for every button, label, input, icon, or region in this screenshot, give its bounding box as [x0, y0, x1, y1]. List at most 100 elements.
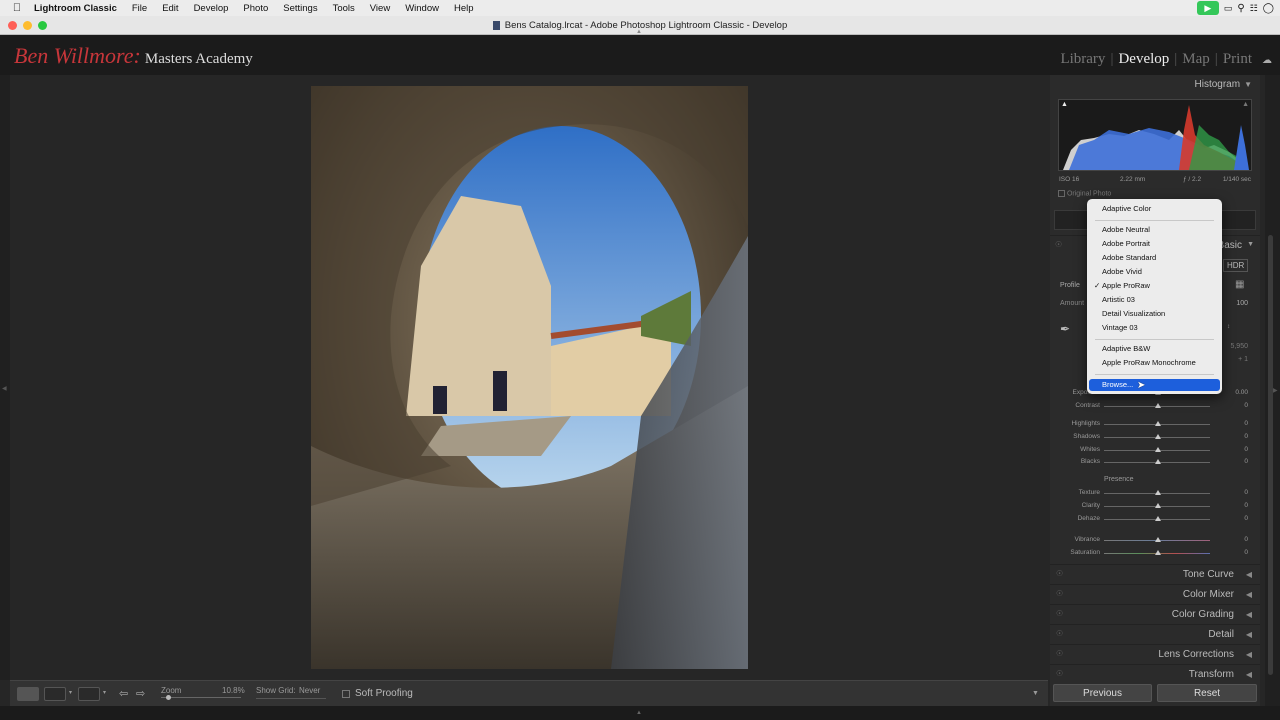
photo-preview[interactable]	[311, 86, 748, 669]
compare-xy-button[interactable]	[78, 687, 100, 701]
control-center-icon[interactable]: ☷	[1250, 3, 1258, 14]
white-balance-picker-icon[interactable]: ✒	[1060, 322, 1070, 336]
histogram-graph[interactable]: ▲ ▲	[1058, 99, 1252, 171]
slider-value[interactable]: 0	[1244, 402, 1248, 409]
menu-file[interactable]: File	[132, 3, 147, 14]
menu-item-apple-proraw-monochrome[interactable]: Apple ProRaw Monochrome	[1089, 357, 1220, 369]
slider-value[interactable]: 0	[1244, 446, 1248, 453]
zoom-window-button[interactable]	[38, 21, 47, 30]
eye-icon[interactable]: ☉	[1056, 569, 1063, 578]
profile-dropdown-menu[interactable]: Adaptive Color Adobe Neutral Adobe Portr…	[1087, 199, 1222, 394]
eye-icon[interactable]: ☉	[1056, 649, 1063, 658]
before-after-button[interactable]	[44, 687, 66, 701]
eye-icon[interactable]: ☉	[1056, 609, 1063, 618]
menu-edit[interactable]: Edit	[162, 3, 178, 14]
expand-left-panel-icon[interactable]: ◀	[2, 385, 7, 392]
panel-transform[interactable]: ☉ Transform ◀	[1050, 664, 1260, 684]
slider-knob[interactable]	[1155, 537, 1161, 542]
slider-value[interactable]: 0	[1244, 502, 1248, 509]
minimize-window-button[interactable]	[23, 21, 32, 30]
original-photo-row[interactable]: Original Photo	[1058, 190, 1111, 197]
chevron-down-icon[interactable]: ↕	[1227, 324, 1230, 330]
show-grid-select[interactable]: Never	[299, 686, 320, 695]
clock-icon[interactable]: ◯	[1263, 3, 1274, 14]
dehaze-slider[interactable]: Dehaze 0	[1058, 515, 1248, 525]
collapse-triangle-icon[interactable]: ▼	[1247, 241, 1254, 248]
slider-knob[interactable]	[1155, 550, 1161, 555]
chevron-down-icon[interactable]: ▾	[69, 689, 72, 696]
vibrance-slider[interactable]: Vibrance 0	[1058, 536, 1248, 546]
close-window-button[interactable]	[8, 21, 17, 30]
slider-knob[interactable]	[1155, 459, 1161, 464]
menu-item-adobe-standard[interactable]: Adobe Standard	[1089, 252, 1220, 264]
slider-knob[interactable]	[1155, 503, 1161, 508]
menu-help[interactable]: Help	[454, 3, 474, 14]
menu-item-artistic-03[interactable]: Artistic 03	[1089, 294, 1220, 306]
scrollbar-thumb[interactable]	[1268, 235, 1273, 675]
module-map[interactable]: Map	[1182, 51, 1210, 67]
menu-photo[interactable]: Photo	[243, 3, 268, 14]
menu-item-apple-proraw[interactable]: ✓ Apple ProRaw	[1089, 280, 1220, 292]
profile-browser-icon[interactable]: ▦	[1235, 279, 1244, 290]
expand-triangle-icon[interactable]: ◀	[1246, 570, 1252, 579]
image-canvas[interactable]	[10, 75, 1048, 680]
left-panel-collapsed[interactable]: ◀	[0, 75, 10, 680]
panel-color-mixer[interactable]: ☉ Color Mixer ◀	[1050, 584, 1260, 604]
cloud-icon[interactable]: ☁	[1262, 55, 1272, 66]
slider-knob[interactable]	[1155, 403, 1161, 408]
previous-button[interactable]: Previous	[1053, 684, 1152, 702]
menu-tools[interactable]: Tools	[333, 3, 355, 14]
hdr-button[interactable]: HDR	[1223, 259, 1249, 272]
zoom-slider-knob[interactable]	[166, 695, 171, 700]
clarity-slider[interactable]: Clarity 0	[1058, 502, 1248, 512]
menu-settings[interactable]: Settings	[283, 3, 317, 14]
menu-item-adobe-neutral[interactable]: Adobe Neutral	[1089, 224, 1220, 236]
slider-value[interactable]: 0	[1244, 458, 1248, 465]
module-library[interactable]: Library	[1060, 51, 1105, 67]
expand-triangle-icon[interactable]: ◀	[1246, 650, 1252, 659]
expand-filmstrip-icon[interactable]: ▲	[636, 710, 642, 716]
menu-app-name[interactable]: Lightroom Classic	[34, 3, 117, 14]
loupe-view-button[interactable]	[17, 687, 39, 701]
zoom-slider[interactable]	[161, 695, 241, 700]
expand-triangle-icon[interactable]: ◀	[1246, 590, 1252, 599]
slider-knob[interactable]	[1155, 421, 1161, 426]
menu-item-browse[interactable]: Browse...	[1089, 379, 1220, 391]
slider-knob[interactable]	[1155, 447, 1161, 452]
saturation-slider[interactable]: Saturation 0	[1058, 549, 1248, 559]
original-photo-checkbox[interactable]	[1058, 190, 1065, 197]
blacks-slider[interactable]: Blacks 0	[1058, 458, 1248, 468]
expand-triangle-icon[interactable]: ◀	[1246, 630, 1252, 639]
menu-item-adaptive-bw[interactable]: Adaptive B&W	[1089, 343, 1220, 355]
filmstrip-collapsed[interactable]: ▲	[0, 706, 1280, 720]
apple-icon[interactable]: 	[0, 2, 34, 14]
panel-color-grading[interactable]: ☉ Color Grading ◀	[1050, 604, 1260, 624]
reset-button[interactable]: Reset	[1157, 684, 1257, 702]
battery-icon[interactable]: ▭	[1224, 3, 1233, 14]
contrast-slider[interactable]: Contrast 0	[1058, 402, 1248, 412]
menu-item-adobe-vivid[interactable]: Adobe Vivid	[1089, 266, 1220, 278]
slider-value[interactable]: 0	[1244, 489, 1248, 496]
eye-icon[interactable]: ☉	[1056, 589, 1063, 598]
menu-item-adobe-portrait[interactable]: Adobe Portrait	[1089, 238, 1220, 250]
whites-slider[interactable]: Whites 0	[1058, 446, 1248, 456]
slider-value[interactable]: 0	[1244, 515, 1248, 522]
arrow-left-icon[interactable]: ⇦	[119, 687, 128, 700]
menu-item-vintage-03[interactable]: Vintage 03	[1089, 322, 1220, 334]
histogram-header[interactable]: Histogram ▼	[1195, 79, 1253, 90]
slider-value[interactable]: 0	[1244, 433, 1248, 440]
module-develop[interactable]: Develop	[1118, 51, 1169, 67]
search-icon[interactable]: ⚲	[1237, 3, 1244, 14]
expand-triangle-icon[interactable]: ◀	[1246, 610, 1252, 619]
arrow-right-icon[interactable]: ⇨	[136, 687, 145, 700]
panel-tone-curve[interactable]: ☉ Tone Curve ◀	[1050, 564, 1260, 584]
highlights-slider[interactable]: Highlights 0	[1058, 420, 1248, 430]
eye-icon[interactable]: ☉	[1056, 669, 1063, 678]
grid-opacity-slider[interactable]	[256, 698, 326, 699]
collapse-right-panel-icon[interactable]: ▶	[1273, 387, 1278, 394]
menu-view[interactable]: View	[370, 3, 390, 14]
slider-value[interactable]: 0	[1244, 549, 1248, 556]
eye-icon[interactable]: ☉	[1056, 629, 1063, 638]
slider-value[interactable]: 0.00	[1235, 389, 1248, 396]
expand-triangle-icon[interactable]: ◀	[1246, 670, 1252, 679]
